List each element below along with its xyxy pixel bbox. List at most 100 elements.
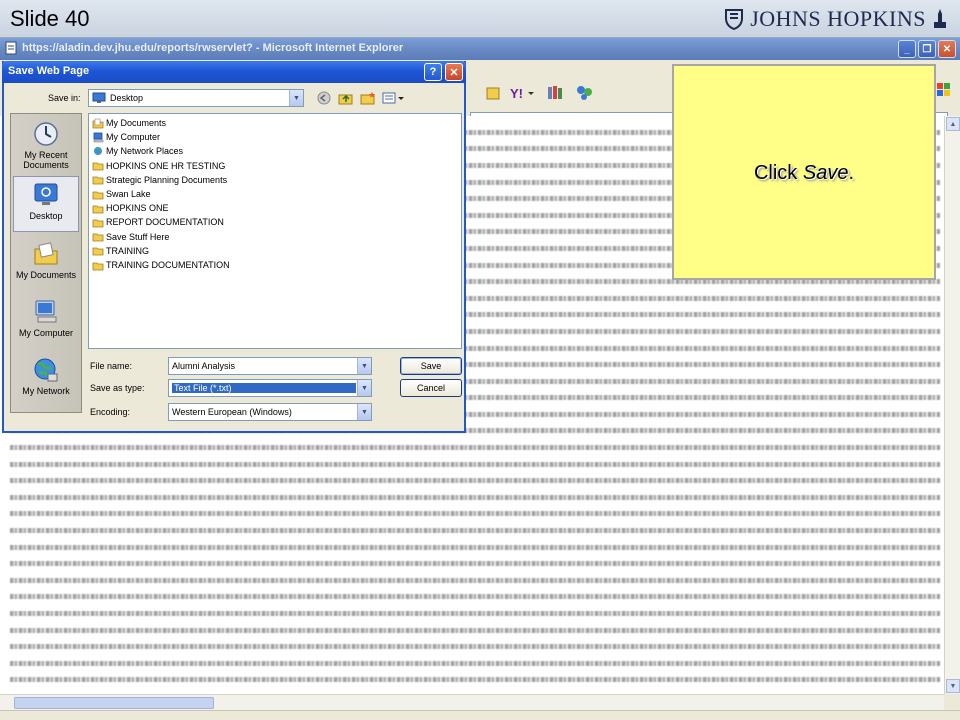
recent-documents-icon — [34, 122, 58, 146]
folder-icon — [92, 247, 104, 256]
save-as-type-value: Text File (*.txt) — [172, 383, 356, 393]
ie-page-icon — [5, 41, 17, 55]
place-desktop[interactable]: Desktop — [13, 176, 79, 232]
maximize-button[interactable]: ❐ — [918, 40, 936, 58]
list-item[interactable]: Save Stuff Here — [92, 230, 169, 244]
file-name-value: Alumni Analysis — [172, 361, 236, 371]
scroll-thumb[interactable] — [14, 697, 214, 709]
chevron-down-icon[interactable]: ▼ — [357, 380, 371, 396]
file-item-label: My Documents — [106, 118, 167, 128]
blurred-text-row — [10, 506, 940, 523]
list-item[interactable]: TRAINING DOCUMENTATION — [92, 258, 230, 272]
toolbar-icons: Y! — [486, 84, 594, 102]
place-my-documents[interactable]: My Documents — [13, 236, 79, 292]
jh-shield-icon — [725, 9, 744, 30]
place-my-computer[interactable]: My Computer — [13, 294, 79, 350]
blurred-text-row — [10, 539, 940, 556]
up-folder-icon[interactable] — [338, 91, 354, 105]
save-in-label: Save in: — [48, 93, 81, 103]
save-button[interactable]: Save — [400, 357, 462, 375]
list-item[interactable]: My Network Places — [92, 144, 183, 158]
save-in-value: Desktop — [110, 93, 144, 103]
cancel-button[interactable]: Cancel — [400, 379, 462, 397]
file-item-label: HOPKINS ONE — [106, 203, 169, 214]
blurred-text-row — [10, 638, 940, 655]
help-button[interactable]: ? — [424, 63, 442, 81]
file-list[interactable]: My Documents My Computer My Network Places… — [88, 113, 462, 349]
blurred-text-row — [10, 672, 940, 689]
blurred-text-row — [10, 522, 940, 539]
file-item-label: TRAINING — [106, 245, 150, 256]
list-item[interactable]: TRAINING — [92, 244, 149, 258]
messenger-icon[interactable] — [574, 84, 594, 102]
blurred-text-row — [10, 456, 940, 473]
logo-text: JOHNS HOPKINS — [750, 6, 926, 31]
instruction-callout: Click Save. — [672, 64, 936, 280]
save-web-page-dialog: Save Web Page ? ✕ Save in: Desktop ▼ My … — [2, 61, 466, 433]
folder-toolbar-icon[interactable] — [486, 85, 500, 101]
ie-titlebar: https://aladin.dev.jhu.edu/reports/rwser… — [0, 38, 960, 60]
list-item[interactable]: Swan Lake — [92, 187, 151, 201]
list-item[interactable]: My Computer — [92, 130, 160, 144]
slide-header: Slide 40 JOHNS HOPKINS — [0, 0, 960, 38]
encoding-dropdown[interactable]: Western European (Windows) ▼ — [168, 403, 372, 421]
johns-hopkins-logo: JOHNS HOPKINS — [724, 6, 948, 32]
folder-icon — [92, 219, 104, 228]
scroll-down-icon[interactable]: ▼ — [946, 679, 960, 693]
minimize-button[interactable]: _ — [898, 40, 916, 58]
list-item[interactable]: Strategic Planning Documents — [92, 173, 227, 187]
callout-text: Click Save. — [674, 162, 934, 185]
list-item[interactable]: REPORT DOCUMENTATION — [92, 215, 224, 229]
file-item-label: TRAINING DOCUMENTATION — [106, 260, 230, 270]
chevron-down-icon[interactable]: ▼ — [357, 404, 371, 420]
folder-icon — [92, 262, 104, 270]
my-documents-icon — [92, 118, 104, 128]
list-item[interactable]: My Documents — [92, 116, 166, 130]
jh-tower-icon — [934, 9, 946, 28]
file-item-label: Strategic Planning Documents — [106, 174, 228, 185]
dialog-close-button[interactable]: ✕ — [445, 63, 463, 81]
research-icon[interactable] — [546, 84, 564, 102]
file-item-label: HOPKINS ONE HR TESTING — [106, 160, 226, 171]
blurred-text-row — [10, 605, 940, 622]
my-computer-icon — [93, 132, 104, 142]
yahoo-icon[interactable]: Y! — [510, 85, 536, 101]
place-label: My Documents — [15, 270, 77, 280]
save-as-type-dropdown[interactable]: Text File (*.txt) ▼ — [168, 379, 372, 397]
desktop-icon — [34, 183, 58, 205]
network-places-icon — [94, 146, 102, 155]
blurred-text-row — [10, 589, 940, 606]
back-icon[interactable] — [316, 91, 332, 105]
callout-text-prefix: Click — [753, 162, 803, 184]
folder-icon — [92, 162, 104, 171]
horizontal-scrollbar[interactable] — [0, 694, 944, 710]
save-as-type-label: Save as type: — [90, 383, 145, 393]
close-button[interactable]: ✕ — [938, 40, 956, 58]
place-label: My Recent Documents — [23, 150, 69, 170]
chevron-down-icon[interactable]: ▼ — [289, 90, 303, 106]
new-folder-icon[interactable] — [360, 91, 376, 105]
file-name-input[interactable]: Alumni Analysis ▼ — [168, 357, 372, 375]
views-menu-icon[interactable] — [382, 91, 404, 105]
status-bar — [0, 710, 960, 720]
place-my-recent-documents[interactable]: My Recent Documents — [13, 116, 79, 172]
list-item[interactable]: HOPKINS ONE — [92, 201, 169, 215]
blurred-text-row — [10, 555, 940, 572]
save-in-dropdown[interactable]: Desktop ▼ — [88, 89, 304, 107]
chevron-down-icon[interactable]: ▼ — [357, 358, 371, 374]
blurred-text-row — [10, 655, 940, 672]
vertical-scrollbar[interactable]: ▲ ▼ — [944, 116, 960, 694]
dialog-nav-icons — [316, 91, 404, 105]
scroll-up-icon[interactable]: ▲ — [946, 117, 960, 131]
folder-icon — [92, 176, 104, 185]
list-item[interactable]: HOPKINS ONE HR TESTING — [92, 159, 225, 173]
places-bar: My Recent Documents Desktop My Documents… — [10, 113, 82, 413]
ie-window-title: https://aladin.dev.jhu.edu/reports/rwser… — [22, 42, 404, 54]
my-network-icon — [34, 358, 58, 382]
callout-text-emphasis: Save — [802, 162, 849, 184]
place-my-network[interactable]: My Network — [13, 352, 79, 408]
my-documents-icon — [34, 242, 58, 265]
dialog-title: Save Web Page — [8, 65, 90, 77]
callout-text-suffix: . — [848, 162, 855, 184]
folder-icon — [92, 191, 104, 199]
